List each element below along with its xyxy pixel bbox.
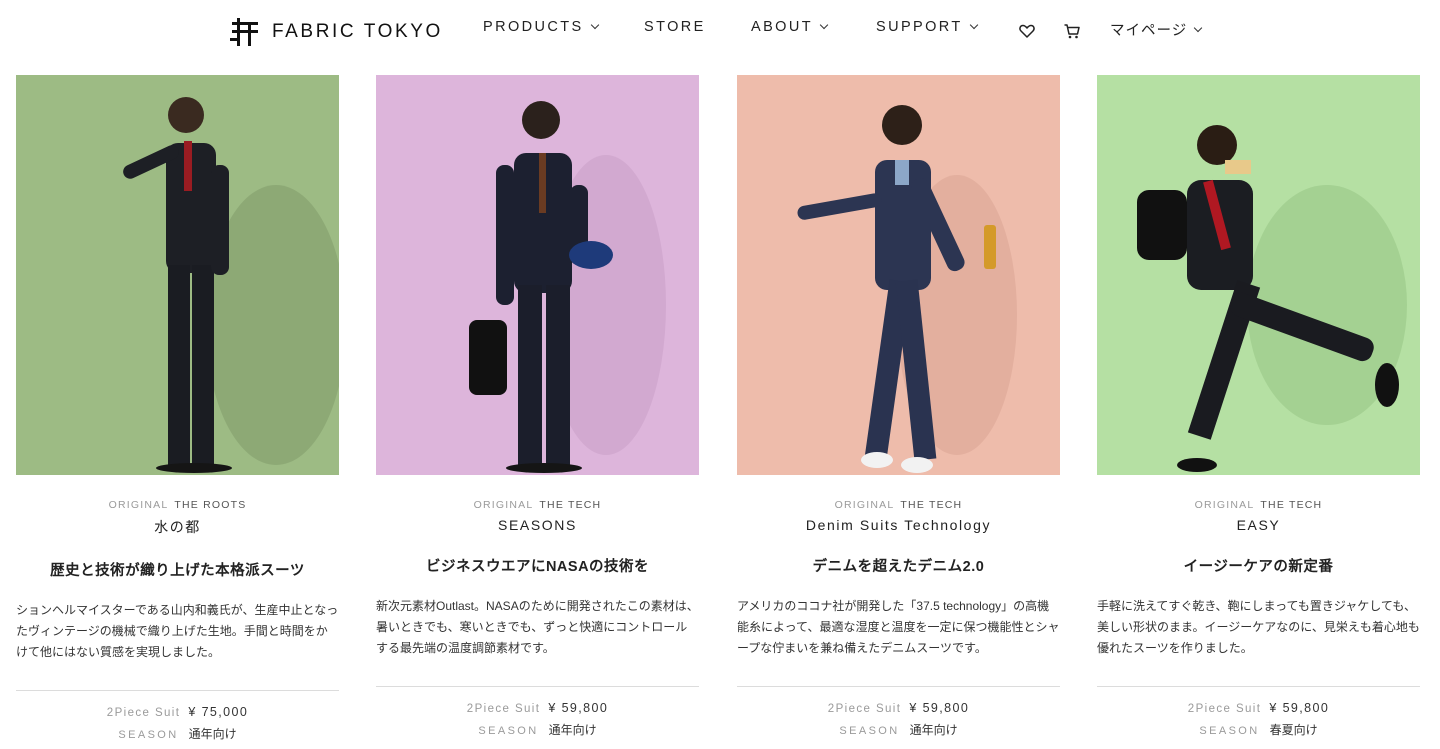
- nav-about[interactable]: ABOUT: [751, 19, 829, 35]
- product-photo[interactable]: [1097, 75, 1420, 475]
- line-name: THE TECH: [900, 499, 963, 511]
- nav-support-label: SUPPORT: [876, 19, 963, 35]
- divider: [1097, 686, 1420, 687]
- season-label: SEASON: [478, 725, 539, 737]
- price-row: 2Piece Suit ¥ 59,800: [376, 701, 699, 715]
- chevron-down-icon: [1193, 23, 1203, 32]
- season-label: SEASON: [118, 729, 179, 741]
- season-row: SEASON 通年向け: [16, 725, 339, 742]
- season-label: SEASON: [839, 725, 900, 737]
- price-value: ¥ 59,800: [909, 701, 970, 715]
- price-label: 2Piece Suit: [1187, 703, 1262, 715]
- price-label: 2Piece Suit: [466, 703, 541, 715]
- product-headline: イージーケアの新定番: [1183, 559, 1334, 575]
- nav-store-label: STORE: [644, 19, 706, 35]
- product-line: ORIGINAL THE TECH: [737, 499, 1060, 511]
- divider: [376, 686, 699, 687]
- line-name: THE TECH: [539, 499, 602, 511]
- price-label: 2Piece Suit: [106, 707, 181, 719]
- price-value: ¥ 59,800: [548, 701, 609, 715]
- nav-products-label: PRODUCTS: [483, 19, 584, 35]
- main-nav: PRODUCTS STORE ABOUT SUPPORT マイページ: [0, 19, 1440, 41]
- product-photo[interactable]: [737, 75, 1060, 475]
- product-description: アメリカのココナ社が開発した「37.5 technology」の高機能糸によって…: [737, 599, 1060, 655]
- model-name: 水の都: [154, 519, 201, 535]
- model-name: Denim Suits Technology: [805, 517, 992, 533]
- cart-icon[interactable]: [1063, 22, 1081, 40]
- nav-mypage[interactable]: マイページ: [1110, 19, 1203, 40]
- product-headline: ビジネスウエアにNASAの技術を: [425, 559, 650, 575]
- line-name: THE TECH: [1260, 499, 1323, 511]
- price-label: 2Piece Suit: [827, 703, 902, 715]
- product-card[interactable]: ORIGINAL THE ROOTS 水の都 歴史と技術が織り上げた本格派スーツ …: [16, 75, 339, 742]
- product-photo[interactable]: [376, 75, 699, 475]
- chevron-down-icon: [819, 20, 829, 30]
- season-label: SEASON: [1199, 725, 1260, 737]
- chevron-down-icon: [590, 20, 599, 30]
- price-row: 2Piece Suit ¥ 75,000: [16, 705, 339, 719]
- divider: [16, 690, 339, 691]
- product-line: ORIGINAL THE ROOTS: [16, 499, 339, 511]
- heart-icon[interactable]: [1018, 22, 1036, 40]
- product-description: ションヘルマイスターである山内和義氏が、生産中止となったヴィンテージの機械で織り…: [16, 603, 339, 659]
- product-card[interactable]: ORIGINAL THE TECH Denim Suits Technology …: [737, 75, 1060, 738]
- product-description: 新次元素材Outlast。NASAのために開発されたこの素材は、暑いときでも、寒…: [376, 599, 699, 655]
- product-card[interactable]: ORIGINAL THE TECH SEASONS ビジネスウエアにNASAの技術…: [376, 75, 699, 738]
- price-row: 2Piece Suit ¥ 59,800: [1097, 701, 1420, 715]
- nav-support[interactable]: SUPPORT: [876, 19, 978, 35]
- season-value: 通年向け: [909, 723, 958, 737]
- product-photo[interactable]: [16, 75, 339, 475]
- original-label: ORIGINAL: [834, 499, 895, 511]
- nav-products[interactable]: PRODUCTS: [483, 19, 599, 35]
- product-headline: 歴史と技術が織り上げた本格派スーツ: [50, 563, 305, 579]
- product-line: ORIGINAL THE TECH: [1097, 499, 1420, 511]
- nav-mypage-label: マイページ: [1110, 23, 1188, 39]
- product-description: 手軽に洗えてすぐ乾き、鞄にしまっても置きジャケしても、美しい形状のまま。イージー…: [1097, 599, 1420, 655]
- season-value: 春夏向け: [1269, 723, 1318, 737]
- original-label: ORIGINAL: [108, 499, 169, 511]
- original-label: ORIGINAL: [473, 499, 534, 511]
- product-headline: デニムを超えたデニム2.0: [812, 559, 985, 575]
- divider: [737, 686, 1060, 687]
- model-name: EASY: [1236, 517, 1281, 533]
- site-header: FABRIC TOKYO PRODUCTS STORE ABOUT SUPPOR…: [0, 0, 1440, 60]
- season-value: 通年向け: [188, 727, 237, 741]
- price-row: 2Piece Suit ¥ 59,800: [737, 701, 1060, 715]
- product-card[interactable]: ORIGINAL THE TECH EASY イージーケアの新定番 手軽に洗えてす…: [1097, 75, 1420, 738]
- price-value: ¥ 75,000: [188, 705, 249, 719]
- nav-about-label: ABOUT: [751, 19, 813, 35]
- chevron-down-icon: [969, 20, 978, 30]
- season-row: SEASON 通年向け: [737, 721, 1060, 738]
- model-name: SEASONS: [498, 517, 577, 533]
- season-row: SEASON 通年向け: [376, 721, 699, 738]
- season-value: 通年向け: [548, 723, 597, 737]
- nav-store[interactable]: STORE: [644, 19, 706, 35]
- product-line: ORIGINAL THE TECH: [376, 499, 699, 511]
- line-name: THE ROOTS: [174, 499, 247, 511]
- season-row: SEASON 春夏向け: [1097, 721, 1420, 738]
- original-label: ORIGINAL: [1194, 499, 1255, 511]
- price-value: ¥ 59,800: [1269, 701, 1330, 715]
